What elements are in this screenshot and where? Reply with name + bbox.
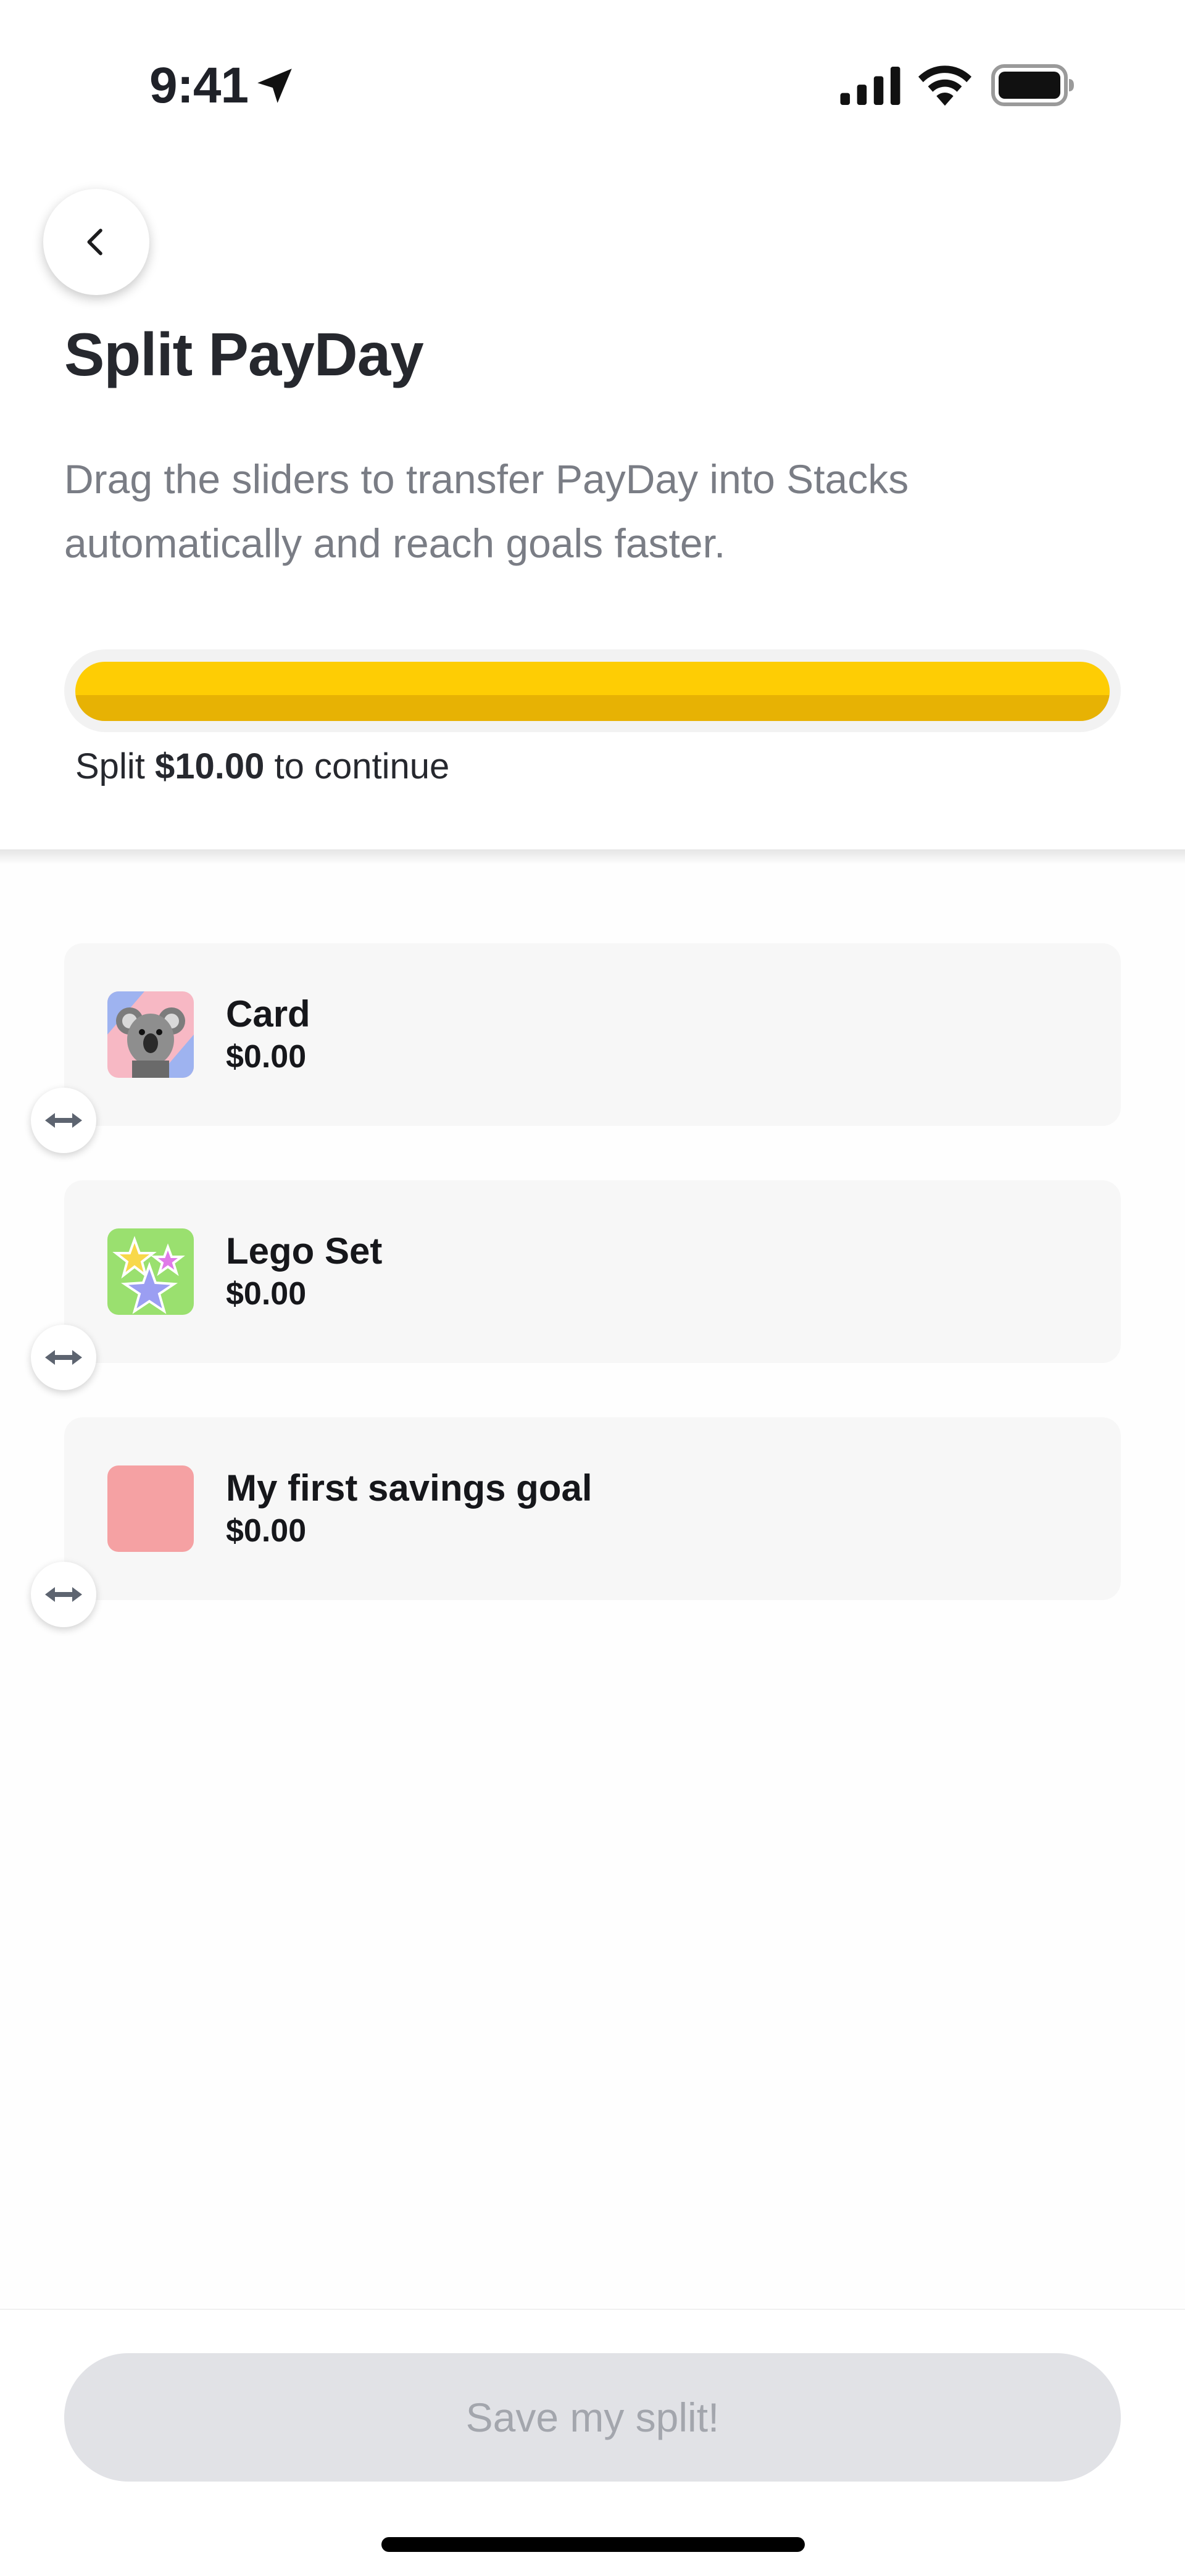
split-progress-bar — [64, 649, 1121, 732]
stack-name: Card — [226, 993, 310, 1035]
drag-arrows-icon — [45, 1113, 82, 1128]
drag-arrows-icon — [45, 1350, 82, 1365]
stack-card-card[interactable]: Card $0.00 — [64, 943, 1121, 1126]
pink-swatch-image — [107, 1465, 194, 1552]
slider-handle-card[interactable] — [31, 1088, 96, 1153]
stack-amount: $0.00 — [226, 1276, 307, 1312]
stack-card-lego-set[interactable]: Lego Set $0.00 — [64, 1180, 1121, 1363]
slider-handle-lego-set[interactable] — [31, 1325, 96, 1390]
page-subtitle: Drag the sliders to transfer PayDay into… — [64, 456, 909, 566]
stars-image — [107, 1228, 194, 1315]
back-button[interactable] — [43, 189, 149, 295]
progress-caption-suffix: to continue — [264, 746, 450, 786]
drag-arrows-icon — [45, 1587, 82, 1602]
header-divider — [0, 849, 1185, 864]
status-time: 9:41 — [149, 57, 249, 114]
split-progress-fill — [75, 662, 1110, 721]
home-indicator — [381, 2537, 805, 2552]
progress-caption-amount: $10.00 — [154, 746, 265, 786]
progress-caption-prefix: Split — [75, 746, 155, 786]
koala-image — [107, 991, 194, 1078]
cellular-signal-icon — [840, 67, 900, 105]
chevron-left-icon — [87, 228, 102, 256]
slider-handle-savings-goal[interactable] — [31, 1562, 96, 1627]
stack-name: My first savings goal — [226, 1467, 592, 1509]
page-title: Split PayDay — [64, 320, 424, 388]
stack-amount: $0.00 — [226, 1039, 307, 1075]
save-split-button[interactable]: Save my split! — [64, 2353, 1121, 2482]
battery-icon — [991, 64, 1074, 106]
stack-card-savings-goal[interactable]: My first savings goal $0.00 — [64, 1417, 1121, 1600]
progress-caption: Split $10.00 to continue — [75, 746, 449, 787]
stack-name: Lego Set — [226, 1230, 383, 1272]
wifi-icon — [918, 65, 972, 106]
stack-amount: $0.00 — [226, 1513, 307, 1549]
location-arrow-icon — [257, 69, 292, 103]
